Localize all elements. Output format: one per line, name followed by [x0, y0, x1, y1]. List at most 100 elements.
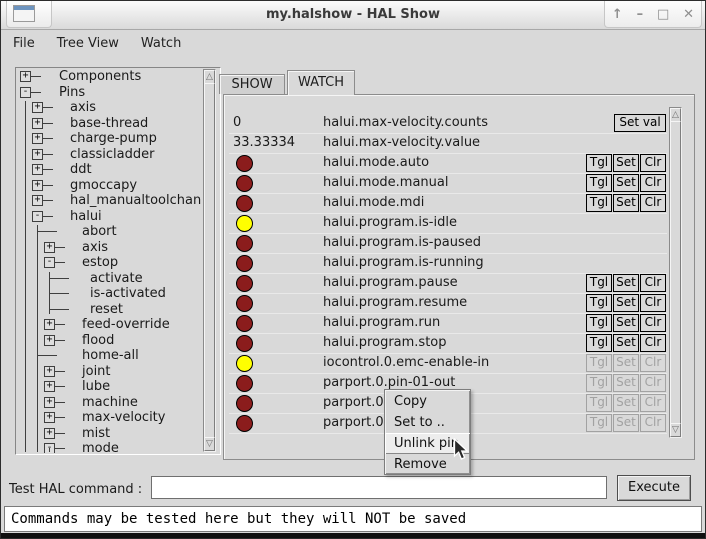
watch-row[interactable]: 0halui.max-velocity.countsSet val	[223, 113, 695, 133]
watch-row[interactable]: halui.program.resumeTglSetClr	[223, 293, 695, 313]
menu-tree-view[interactable]: Tree View	[57, 34, 129, 53]
tree-item-reset[interactable]: reset	[16, 302, 202, 317]
expand-icon[interactable]: +	[44, 412, 55, 423]
expand-icon[interactable]: +	[32, 164, 43, 175]
close-icon[interactable]: ✕	[683, 8, 694, 21]
expand-icon[interactable]: +	[44, 319, 55, 330]
set-val-button[interactable]: Set val	[614, 114, 666, 132]
minimize-icon[interactable]: –	[637, 8, 644, 21]
set-button[interactable]: Set	[613, 154, 639, 172]
tree-item-Pins[interactable]: -Pins	[16, 85, 202, 100]
tgl-button[interactable]: Tgl	[586, 174, 612, 192]
tree-item-axis[interactable]: +axis	[16, 100, 202, 115]
tree-item-mode[interactable]: -mode	[16, 441, 202, 453]
expand-icon[interactable]: +	[44, 397, 55, 408]
watch-row[interactable]: halui.mode.autoTglSetClr	[223, 153, 695, 173]
expand-icon[interactable]: +	[44, 366, 55, 377]
clr-button[interactable]: Clr	[640, 314, 666, 332]
expand-icon[interactable]: +	[32, 118, 43, 129]
watch-row[interactable]: halui.program.is-idle	[223, 213, 695, 233]
tree-item-feed-override[interactable]: +feed-override	[16, 317, 202, 332]
expand-icon[interactable]: +	[32, 195, 43, 206]
watch-row[interactable]: halui.program.runTglSetClr	[223, 313, 695, 333]
tree-item-lube[interactable]: +lube	[16, 379, 202, 394]
expand-icon[interactable]: +	[44, 381, 55, 392]
clr-button[interactable]: Clr	[640, 334, 666, 352]
tgl-button[interactable]: Tgl	[586, 154, 612, 172]
tree-item-label: hal_manualtoolchan	[70, 193, 201, 208]
menu-file[interactable]: File	[13, 34, 45, 53]
tree-item-mist[interactable]: +mist	[16, 426, 202, 441]
expand-icon[interactable]: +	[44, 242, 55, 253]
set-button[interactable]: Set	[613, 274, 639, 292]
tree-item-classicladder[interactable]: +classicladder	[16, 147, 202, 162]
clr-button[interactable]: Clr	[640, 194, 666, 212]
tree-item-flood[interactable]: +flood	[16, 333, 202, 348]
tree-item-activate[interactable]: activate	[16, 271, 202, 286]
collapse-icon[interactable]: -	[44, 257, 55, 268]
tree-item-charge-pump[interactable]: +charge-pump	[16, 131, 202, 146]
set-button[interactable]: Set	[613, 294, 639, 312]
clr-button[interactable]: Clr	[640, 274, 666, 292]
scroll-up-icon[interactable]: △	[204, 70, 215, 84]
expand-icon[interactable]: +	[32, 102, 43, 113]
tree-item-halui[interactable]: -halui	[16, 209, 202, 224]
tree-item-base-thread[interactable]: +base-thread	[16, 116, 202, 131]
clr-button[interactable]: Clr	[640, 174, 666, 192]
tgl-button[interactable]: Tgl	[586, 194, 612, 212]
watch-row[interactable]: 33.33334halui.max-velocity.value	[223, 133, 695, 153]
tree-item-joint[interactable]: +joint	[16, 364, 202, 379]
watch-row[interactable]: halui.program.is-running	[223, 253, 695, 273]
shade-icon[interactable]: ↑	[612, 8, 623, 21]
expand-icon[interactable]: +	[44, 335, 55, 346]
component-tree[interactable]: +Components-Pins+axis+base-thread+charge…	[16, 68, 202, 453]
set-button[interactable]: Set	[613, 174, 639, 192]
title-bar[interactable]: my.halshow - HAL Show	[1, 1, 705, 30]
scroll-down-icon[interactable]: ▽	[204, 437, 215, 451]
set-button[interactable]: Set	[613, 314, 639, 332]
tgl-button[interactable]: Tgl	[586, 314, 612, 332]
tab-show[interactable]: SHOW	[219, 74, 285, 94]
set-button[interactable]: Set	[613, 194, 639, 212]
tgl-button[interactable]: Tgl	[586, 294, 612, 312]
expand-icon[interactable]: +	[20, 71, 31, 82]
set-button[interactable]: Set	[613, 334, 639, 352]
watch-row[interactable]: halui.mode.manualTglSetClr	[223, 173, 695, 193]
watch-row[interactable]: halui.program.stopTglSetClr	[223, 333, 695, 353]
tree-scrollbar-thumb[interactable]	[204, 83, 215, 439]
clr-button[interactable]: Clr	[640, 154, 666, 172]
expand-icon[interactable]: +	[32, 180, 43, 191]
tree-item-hal_manualtoolchan[interactable]: + hal_manualtoolchan	[16, 193, 202, 208]
tree-scrollbar[interactable]: △ ▽	[203, 69, 216, 452]
expand-icon[interactable]: +	[32, 149, 43, 160]
menu-item-copy[interactable]: Copy	[385, 391, 470, 412]
tree-item-is-activated[interactable]: is-activated	[16, 286, 202, 301]
tree-item-max-velocity[interactable]: +max-velocity	[16, 410, 202, 425]
tgl-button[interactable]: Tgl	[586, 334, 612, 352]
tree-item-abort[interactable]: abort	[16, 224, 202, 239]
maximize-icon[interactable]: □	[657, 8, 669, 21]
window-icon-plate[interactable]	[6, 1, 52, 28]
collapse-icon[interactable]: -	[20, 87, 31, 98]
tree-item-Components[interactable]: +Components	[16, 69, 202, 84]
tab-watch[interactable]: WATCH	[287, 70, 355, 95]
collapse-icon[interactable]: -	[32, 211, 43, 222]
menu-watch[interactable]: Watch	[141, 34, 191, 53]
tree-item-estop[interactable]: -estop	[16, 255, 202, 270]
clr-button[interactable]: Clr	[640, 294, 666, 312]
tree-item-axis[interactable]: +axis	[16, 240, 202, 255]
hal-command-input[interactable]	[151, 476, 607, 499]
tree-item-ddt[interactable]: +ddt	[16, 162, 202, 177]
tree-item-machine[interactable]: +machine	[16, 395, 202, 410]
expand-icon[interactable]: +	[44, 428, 55, 439]
tree-item-home-all[interactable]: home-all	[16, 348, 202, 363]
expand-icon[interactable]: +	[32, 133, 43, 144]
watch-row[interactable]: halui.mode.mdiTglSetClr	[223, 193, 695, 213]
watch-row[interactable]: iocontrol.0.emc-enable-inTglSetClr	[223, 353, 695, 373]
tgl-button[interactable]: Tgl	[586, 274, 612, 292]
watch-row[interactable]: halui.program.pauseTglSetClr	[223, 273, 695, 293]
execute-button[interactable]: Execute	[617, 475, 691, 501]
menu-item-set-to[interactable]: Set to ..	[385, 412, 470, 433]
watch-row[interactable]: halui.program.is-paused	[223, 233, 695, 253]
tree-item-gmoccapy[interactable]: +gmoccapy	[16, 178, 202, 193]
